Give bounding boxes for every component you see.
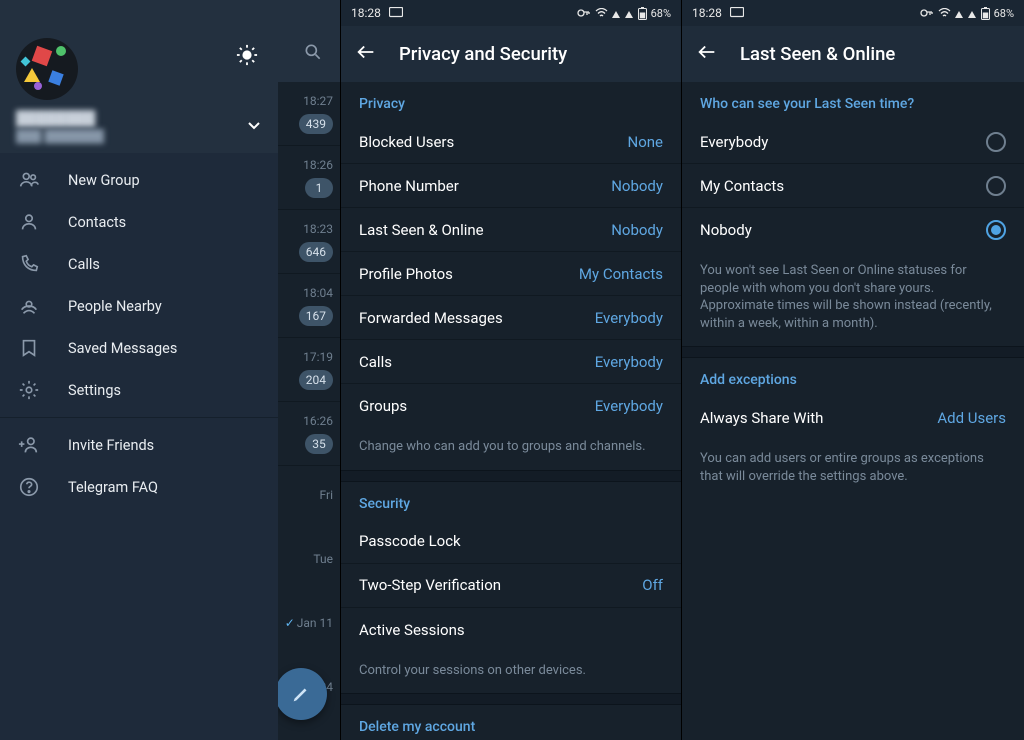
menu-label: People Nearby — [68, 298, 162, 315]
battery-icon — [638, 7, 647, 20]
phone-icon — [18, 253, 40, 275]
setting-groups[interactable]: GroupsEverybody — [341, 384, 681, 428]
setting-sessions[interactable]: Active Sessions — [341, 608, 681, 652]
setting-calls[interactable]: CallsEverybody — [341, 340, 681, 384]
battery-icon — [981, 7, 990, 20]
setting-forwarded[interactable]: Forwarded MessagesEverybody — [341, 296, 681, 340]
vpn-icon — [920, 9, 934, 17]
section-header-delete: Delete my account — [341, 705, 681, 740]
status-battery: 68% — [994, 7, 1014, 20]
vpn-icon — [577, 9, 591, 17]
menu-label: Settings — [68, 382, 121, 399]
chat-row[interactable]: 18:23646 — [278, 210, 341, 274]
gear-icon — [18, 379, 40, 401]
status-bar: 18:28 68% — [682, 0, 1024, 26]
chat-row[interactable]: 16:2635 — [278, 402, 341, 466]
setting-always-share[interactable]: Always Share WithAdd Users — [682, 396, 1024, 440]
page-title: Last Seen & Online — [740, 43, 895, 65]
cast-icon — [730, 7, 744, 19]
help-icon — [18, 476, 40, 498]
account-phone: ███ ███████ — [16, 129, 104, 143]
section-header-who: Who can see your Last Seen time? — [682, 82, 1024, 120]
option-my-contacts[interactable]: My Contacts — [682, 164, 1024, 208]
menu-label: New Group — [68, 172, 140, 189]
status-time: 18:28 — [351, 6, 381, 20]
section-footer: Control your sessions on other devices. — [341, 652, 681, 694]
back-icon[interactable] — [696, 41, 718, 68]
wifi-icon — [938, 8, 951, 18]
menu-saved-messages[interactable]: Saved Messages — [0, 327, 278, 369]
menu-settings[interactable]: Settings — [0, 369, 278, 411]
back-icon[interactable] — [355, 41, 377, 68]
nearby-icon — [18, 295, 40, 317]
search-icon[interactable] — [303, 42, 323, 66]
cast-icon — [389, 7, 403, 19]
signal2-icon — [625, 8, 634, 18]
menu-people-nearby[interactable]: People Nearby — [0, 285, 278, 327]
section-footer: Change who can add you to groups and cha… — [341, 428, 681, 470]
chat-row[interactable]: 18:261 — [278, 146, 341, 210]
menu-label: Invite Friends — [68, 437, 154, 454]
menu-label: Contacts — [68, 214, 126, 231]
signal2-icon — [968, 8, 977, 18]
wifi-icon — [595, 8, 608, 18]
radio-selected-icon — [986, 220, 1006, 240]
radio-icon — [986, 132, 1006, 152]
invite-icon — [18, 434, 40, 456]
menu-new-group[interactable]: New Group — [0, 159, 278, 201]
setting-passcode[interactable]: Passcode Lock — [341, 520, 681, 564]
avatar[interactable] — [16, 38, 78, 100]
menu-calls[interactable]: Calls — [0, 243, 278, 285]
section-footer: You won't see Last Seen or Online status… — [682, 252, 1024, 346]
signal-icon — [955, 8, 964, 18]
status-bar: 18:28 68% — [341, 0, 681, 26]
setting-profile-photos[interactable]: Profile PhotosMy Contacts — [341, 252, 681, 296]
menu-label: Telegram FAQ — [68, 479, 158, 496]
chat-row[interactable]: 17:19204 — [278, 338, 341, 402]
chat-row[interactable]: ✓Jan 11 — [278, 594, 341, 658]
section-header-exceptions: Add exceptions — [682, 358, 1024, 396]
menu-label: Saved Messages — [68, 340, 177, 357]
section-header-privacy: Privacy — [341, 82, 681, 120]
navigation-drawer: ████████ ███ ███████ New Group Contacts … — [0, 26, 278, 740]
chat-row[interactable]: 18:27439 — [278, 82, 341, 146]
chat-list-partial: 18:27439 18:261 18:23646 18:04167 17:192… — [278, 26, 341, 740]
status-time: 18:28 — [692, 6, 722, 20]
radio-icon — [986, 176, 1006, 196]
setting-blocked-users[interactable]: Blocked UsersNone — [341, 120, 681, 164]
signal-icon — [612, 8, 621, 18]
menu-label: Calls — [68, 256, 100, 273]
chat-row[interactable]: Fri — [278, 466, 341, 530]
chat-row[interactable]: Tue — [278, 530, 341, 594]
person-icon — [18, 211, 40, 233]
chat-row[interactable]: 18:04167 — [278, 274, 341, 338]
account-name: ████████ — [16, 110, 104, 127]
chevron-down-icon[interactable] — [246, 117, 262, 137]
app-bar: Privacy and Security — [341, 26, 681, 82]
section-header-security: Security — [341, 482, 681, 520]
menu-contacts[interactable]: Contacts — [0, 201, 278, 243]
app-bar: Last Seen & Online — [682, 26, 1024, 82]
theme-toggle-icon[interactable] — [236, 44, 258, 70]
setting-phone-number[interactable]: Phone NumberNobody — [341, 164, 681, 208]
menu-invite[interactable]: Invite Friends — [0, 424, 278, 466]
menu-faq[interactable]: Telegram FAQ — [0, 466, 278, 508]
section-footer: You can add users or entire groups as ex… — [682, 440, 1024, 499]
option-nobody[interactable]: Nobody — [682, 208, 1024, 252]
status-battery: 68% — [651, 7, 671, 20]
group-icon — [18, 169, 40, 191]
page-title: Privacy and Security — [399, 43, 567, 65]
setting-two-step[interactable]: Two-Step VerificationOff — [341, 564, 681, 608]
chat-row[interactable]: ✓Dec 31 — [278, 722, 341, 740]
option-everybody[interactable]: Everybody — [682, 120, 1024, 164]
bookmark-icon — [18, 337, 40, 359]
setting-last-seen[interactable]: Last Seen & OnlineNobody — [341, 208, 681, 252]
